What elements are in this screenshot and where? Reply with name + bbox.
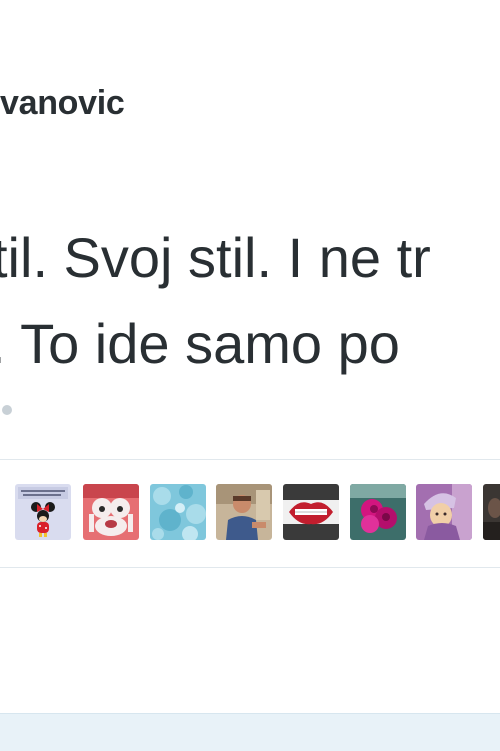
person-photo-icon [216,484,272,540]
pink-roses-icon [350,484,406,540]
liker-avatar[interactable] [416,484,472,540]
tweet-text-line: . To ide samo po [0,312,400,375]
tweet-author-name[interactable]: vanovic [0,84,125,123]
timestamp-dot [2,405,12,415]
cartoon-icon [83,484,139,540]
bottom-bar [0,713,500,751]
dark-photo-icon [483,484,500,540]
minnie-mouse-icon [15,484,71,540]
liker-avatar[interactable] [150,484,206,540]
liker-avatar[interactable] [283,484,339,540]
woman-headscarf-icon [416,484,472,540]
lips-icon [283,484,339,540]
liker-avatar[interactable] [350,484,406,540]
divider-top [0,459,500,460]
liker-avatar[interactable] [83,484,139,540]
liker-avatar[interactable] [483,484,500,540]
tweet-text: til. Svoj stil. I ne tr . To ide samo po [0,215,439,387]
blue-pattern-icon [150,484,206,540]
divider-bottom [0,567,500,568]
liker-avatar[interactable] [15,484,71,540]
liker-avatar[interactable] [216,484,272,540]
tweet-text-line: til. Svoj stil. I ne tr [0,226,431,289]
likers-avatar-row [0,484,500,544]
